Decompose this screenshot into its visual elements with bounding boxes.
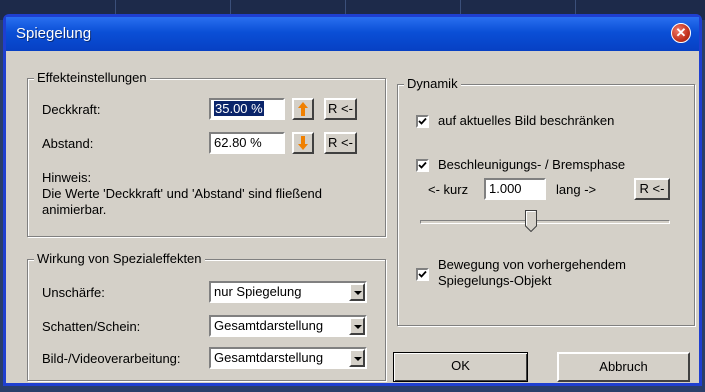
opacity-field[interactable]: 35.00 % xyxy=(209,98,285,120)
blur-value: nur Spiegelung xyxy=(214,284,302,299)
shadow-value: Gesamtdarstellung xyxy=(214,318,324,333)
checkmark-icon xyxy=(418,161,427,169)
distance-label: Abstand: xyxy=(42,136,94,151)
shadow-label: Schatten/Schein: xyxy=(42,319,141,334)
distance-value: 62.80 % xyxy=(214,135,262,150)
opacity-arrow-up-button[interactable] xyxy=(292,98,314,120)
video-dropdown[interactable]: Gesamtdarstellung xyxy=(209,347,367,369)
blur-label: Unschärfe: xyxy=(42,285,105,300)
chevron-down-icon[interactable] xyxy=(349,283,365,301)
effect-settings-group: Effekteinstellungen Deckkraft: 35.00 % R… xyxy=(27,70,386,237)
ok-button[interactable]: OK xyxy=(393,352,528,382)
short-label: <- kurz xyxy=(428,182,469,197)
hint-text: Die Werte 'Deckkraft' und 'Abstand' sind… xyxy=(42,186,322,217)
distance-reset-label: R <- xyxy=(328,135,353,150)
chevron-down-icon[interactable] xyxy=(349,317,365,335)
accel-label: Beschleunigungs- / Bremsphase xyxy=(438,157,626,172)
chevron-down-icon[interactable] xyxy=(349,349,365,367)
window-title: Spiegelung xyxy=(16,25,92,42)
special-effects-legend: Wirkung von Spezialeffekten xyxy=(34,251,205,267)
distance-arrow-down-button[interactable] xyxy=(292,132,314,154)
phase-reset-button[interactable]: R <- xyxy=(634,178,670,200)
checkmark-icon xyxy=(418,270,427,278)
shadow-dropdown[interactable]: Gesamtdarstellung xyxy=(209,315,367,337)
dialog-client: Effekteinstellungen Deckkraft: 35.00 % R… xyxy=(6,51,699,383)
blur-dropdown[interactable]: nur Spiegelung xyxy=(209,281,367,303)
cancel-label: Abbruch xyxy=(599,359,648,374)
motion-checkbox[interactable] xyxy=(416,268,429,281)
close-icon[interactable]: ✕ xyxy=(671,23,691,43)
slider-thumb-icon xyxy=(524,210,537,232)
long-label: lang -> xyxy=(556,182,597,197)
arrow-down-icon xyxy=(298,136,308,150)
distance-field[interactable]: 62.80 % xyxy=(209,132,285,154)
cancel-button[interactable]: Abbruch xyxy=(557,352,690,382)
dialog-window: Spiegelung ✕ Effekteinstellungen Deckkra… xyxy=(3,14,702,386)
title-bar: Spiegelung ✕ xyxy=(6,17,699,51)
restrict-checkbox[interactable] xyxy=(416,115,429,128)
video-value: Gesamtdarstellung xyxy=(214,350,324,365)
accel-checkbox[interactable] xyxy=(416,159,429,172)
phase-slider-track[interactable] xyxy=(420,220,670,224)
motion-label: Bewegung von vorhergehendem Spiegelungs-… xyxy=(438,257,626,288)
ok-label: OK xyxy=(451,358,470,373)
effect-settings-legend: Effekteinstellungen xyxy=(34,70,150,86)
phase-slider-thumb[interactable] xyxy=(524,210,537,232)
checkmark-icon xyxy=(418,117,427,125)
arrow-up-icon xyxy=(298,102,308,116)
hint-title: Hinweis: xyxy=(42,170,92,185)
opacity-reset-button[interactable]: R <- xyxy=(324,98,357,120)
dynamics-group: Dynamik auf aktuelles Bild beschränken B… xyxy=(397,76,695,326)
special-effects-group: Wirkung von Spezialeffekten Unschärfe: n… xyxy=(27,251,386,381)
distance-reset-button[interactable]: R <- xyxy=(324,132,357,154)
video-label: Bild-/Videoverarbeitung: xyxy=(42,351,181,366)
dynamics-legend: Dynamik xyxy=(404,76,461,92)
phase-field[interactable]: 1.000 xyxy=(484,178,546,200)
phase-reset-label: R <- xyxy=(639,181,665,196)
restrict-label: auf aktuelles Bild beschränken xyxy=(438,113,615,128)
opacity-value: 35.00 % xyxy=(214,101,264,116)
opacity-reset-label: R <- xyxy=(328,101,353,116)
opacity-label: Deckkraft: xyxy=(42,102,101,117)
phase-value: 1.000 xyxy=(489,181,522,196)
